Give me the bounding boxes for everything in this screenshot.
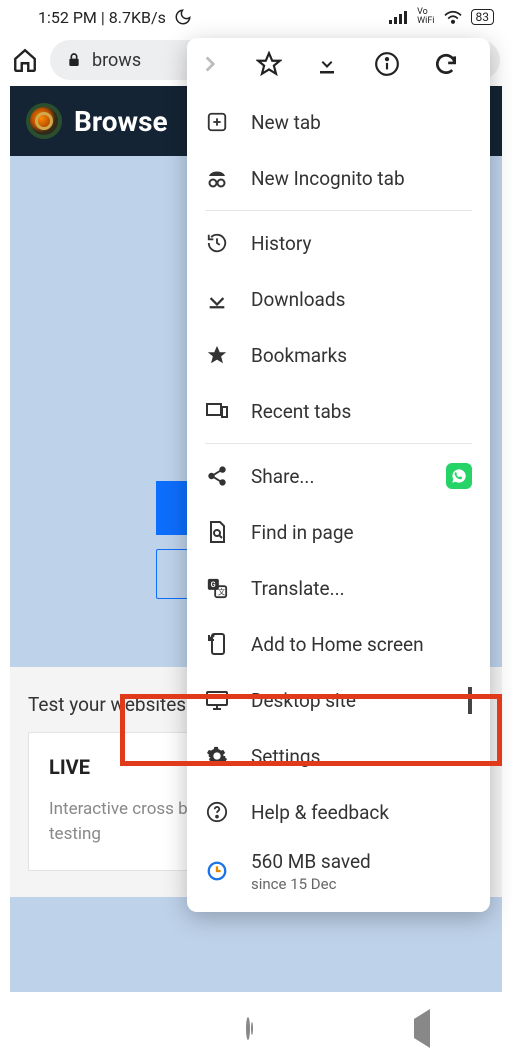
menu-translate[interactable]: G文 Translate...: [187, 560, 490, 616]
status-bar: 1:52 PM | 8.7KB/s VoWiFi 83: [0, 0, 512, 34]
url-text: brows: [92, 50, 141, 71]
menu-recent-tabs[interactable]: Recent tabs: [187, 383, 490, 439]
translate-icon: G文: [205, 577, 229, 599]
menu-label: Add to Home screen: [251, 633, 424, 656]
reload-icon[interactable]: [433, 51, 481, 77]
help-icon: [205, 801, 229, 823]
site-title: Browse: [74, 105, 168, 138]
browser-overflow-menu: New tab New Incognito tab History Downlo…: [187, 38, 490, 912]
nav-home-button[interactable]: [246, 1019, 250, 1038]
menu-label: Help & feedback: [251, 801, 389, 824]
dnd-icon: [174, 8, 192, 26]
menu-history[interactable]: History: [187, 215, 490, 271]
status-left: 1:52 PM | 8.7KB/s: [38, 8, 192, 27]
battery-indicator: 83: [471, 9, 495, 25]
history-icon: [205, 232, 229, 254]
recent-tabs-icon: [205, 401, 229, 421]
status-time: 1:52 PM: [38, 8, 97, 27]
browserstack-logo-icon: [26, 103, 62, 139]
incognito-icon: [205, 167, 229, 189]
menu-help[interactable]: Help & feedback: [187, 784, 490, 840]
menu-label: Translate...: [251, 577, 345, 600]
vowifi-label: VoWiFi: [417, 8, 434, 26]
menu-divider: [205, 210, 472, 211]
menu-bookmarks[interactable]: Bookmarks: [187, 327, 490, 383]
menu-add-to-home[interactable]: Add to Home screen: [187, 616, 490, 672]
data-saver-icon: [205, 860, 229, 882]
share-icon: [205, 465, 229, 487]
menu-label: New tab: [251, 111, 321, 134]
menu-label: Bookmarks: [251, 344, 347, 367]
forward-icon[interactable]: [197, 51, 245, 77]
info-icon[interactable]: [374, 51, 422, 77]
menu-new-tab[interactable]: New tab: [187, 94, 490, 150]
menu-label: Find in page: [251, 521, 354, 544]
bookmark-star-icon[interactable]: [256, 51, 304, 77]
whatsapp-share-icon[interactable]: [446, 463, 472, 489]
menu-label: History: [251, 232, 311, 255]
menu-data-saved[interactable]: 560 MB saved since 15 Dec: [187, 840, 490, 902]
android-nav-bar: [0, 1004, 512, 1052]
menu-label: Recent tabs: [251, 400, 351, 423]
bookmarks-icon: [205, 344, 229, 366]
menu-label: Share...: [251, 465, 314, 488]
download-icon[interactable]: [315, 52, 363, 76]
annotation-highlight: [120, 694, 502, 766]
menu-share[interactable]: Share...: [187, 448, 490, 504]
data-saved-text: 560 MB saved since 15 Dec: [251, 850, 371, 893]
menu-quick-actions: [187, 38, 490, 90]
downloads-icon: [205, 288, 229, 310]
wifi-icon: [443, 9, 463, 25]
svg-text:文: 文: [218, 587, 226, 596]
menu-label: New Incognito tab: [251, 167, 405, 190]
lock-icon: [66, 51, 82, 69]
signal-icon: [389, 10, 409, 24]
status-net-speed: 8.7KB/s: [109, 8, 166, 27]
nav-back-button[interactable]: [414, 1019, 430, 1038]
add-home-icon: [205, 632, 229, 656]
new-tab-icon: [205, 111, 229, 133]
menu-downloads[interactable]: Downloads: [187, 271, 490, 327]
menu-find-in-page[interactable]: Find in page: [187, 504, 490, 560]
status-right: VoWiFi 83: [389, 8, 494, 26]
home-icon[interactable]: [12, 47, 38, 73]
menu-divider: [205, 443, 472, 444]
find-icon: [205, 520, 229, 544]
menu-incognito[interactable]: New Incognito tab: [187, 150, 490, 206]
menu-label: Downloads: [251, 288, 345, 311]
